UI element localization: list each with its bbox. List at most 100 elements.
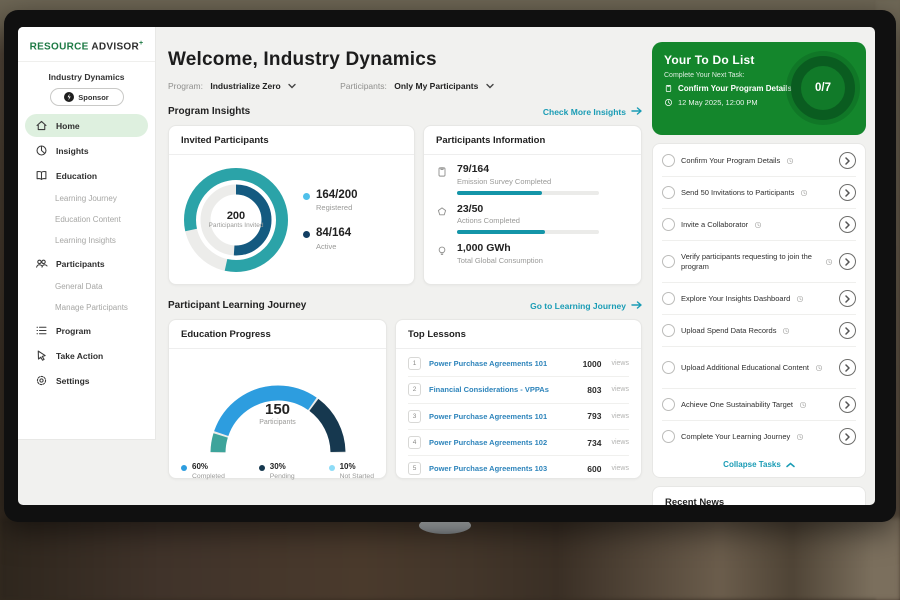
sidebar-item[interactable]: Take Action [25,344,148,367]
task-go-button[interactable] [839,253,856,270]
participants-information-card: Participants Information 79/164 [423,125,642,285]
participants-icon [35,257,48,270]
task-go-button[interactable] [839,152,856,169]
legend-item: 60% Completed [181,463,225,480]
task-go-button[interactable] [839,428,856,445]
clock-icon [800,184,808,202]
progress-bar [457,191,599,195]
task-row: Achieve One Sustainability Target [662,389,856,421]
arrow-right-icon [631,107,642,117]
lesson-views-suffix: views [611,439,629,446]
sidebar-item[interactable]: Learning Insights [25,231,148,250]
info-row: 1,000 GWh Total Global Consumption [436,243,629,265]
task-go-button[interactable] [839,359,856,376]
sidebar-item[interactable]: Settings [25,369,148,392]
gauge-center-label: Participants [191,419,365,426]
arrow-right-icon [631,301,642,311]
lesson-title-link[interactable]: Power Purchase Agreements 103 [429,464,579,473]
lesson-title-link[interactable]: Power Purchase Agreements 102 [429,438,579,447]
task-label: Upload Additional Educational Content [681,363,809,373]
legend-label: Active [316,242,351,251]
check-more-insights-link[interactable]: Check More Insights [543,107,642,117]
learning-journey-header: Participant Learning Journey Go to Learn… [168,300,642,311]
lesson-rank-badge: 5 [408,462,421,475]
page-title: Welcome, Industry Dynamics [168,49,642,71]
task-label: Invite a Collaborator [681,220,748,230]
sponsor-label: Sponsor [78,93,108,102]
participants-filter[interactable]: Participants: Only My Participants [340,81,494,91]
sidebar-item-label: Settings [56,376,90,386]
lesson-views-suffix: views [611,465,629,472]
lesson-views-count: 600 [587,464,601,474]
logo-resource: RESOURCE [30,41,89,52]
legend-dot [303,193,310,200]
sidebar-item[interactable]: Education Content [25,210,148,229]
task-row: Upload Spend Data Records [662,315,856,347]
task-checkbox[interactable] [662,361,675,374]
lesson-row: 3 Power Purchase Agreements 101 793 view… [408,404,629,430]
clock-icon [799,396,807,414]
home-icon [35,119,48,132]
task-go-button[interactable] [839,184,856,201]
monitor-bezel: RESOURCE ADVISOR+ Industry Dynamics Spon… [4,10,896,522]
recent-news-card: Recent News [652,486,866,505]
task-checkbox[interactable] [662,186,675,199]
sidebar-item[interactable]: Insights [25,139,148,162]
sidebar: RESOURCE ADVISOR+ Industry Dynamics Spon… [18,27,156,440]
todo-progress-ring: 0/7 [791,56,855,120]
lesson-title-link[interactable]: Financial Considerations - VPPAs [429,385,579,394]
sidebar-item[interactable]: Program [25,319,148,342]
legend-dot [329,465,335,471]
collapse-tasks-link[interactable]: Collapse Tasks [662,452,856,476]
filters-row: Program: Industrialize Zero Participants… [168,81,642,91]
task-checkbox[interactable] [662,218,675,231]
sidebar-item[interactable]: Learning Journey [25,189,148,208]
sidebar-item[interactable]: Education [25,164,148,187]
legend-label: Completed [192,473,225,480]
learning-journey-title: Participant Learning Journey [168,300,306,311]
go-to-learning-journey-link[interactable]: Go to Learning Journey [530,301,642,311]
lesson-title-link[interactable]: Power Purchase Agreements 101 [429,412,579,421]
gauge-center-value: 150 [191,401,365,418]
program-filter[interactable]: Program: Industrialize Zero [168,81,296,91]
program-filter-label: Program: [168,81,203,91]
chevron-down-icon [486,81,494,91]
invited-participants-card: Invited Participants 200 [168,125,415,285]
task-go-button[interactable] [839,290,856,307]
task-checkbox[interactable] [662,154,675,167]
todo-panel: Your To Do List Complete Your Next Task:… [652,42,866,505]
lesson-row: 1 Power Purchase Agreements 101 1000 vie… [408,351,629,377]
survey-icon [436,164,449,195]
sidebar-nav: Home Insights [18,114,155,392]
sidebar-item[interactable]: Home [25,114,148,137]
participants-filter-label: Participants: [340,81,387,91]
task-checkbox[interactable] [662,255,675,268]
lesson-title-link[interactable]: Power Purchase Agreements 101 [429,359,575,368]
task-label: Explore Your Insights Dashboard [681,294,790,304]
sidebar-item-label: Insights [56,146,89,156]
task-go-button[interactable] [839,322,856,339]
task-checkbox[interactable] [662,324,675,337]
lesson-views-suffix: views [611,360,629,367]
clock-icon [796,290,804,308]
task-label: Complete Your Learning Journey [681,432,790,442]
progress-bar [457,230,599,234]
lesson-views-suffix: views [611,386,629,393]
legend-item: 84/164 Active [303,228,358,251]
legend-item: 10% Not Started [329,463,374,480]
sidebar-item[interactable]: Manage Participants [25,298,148,317]
sidebar-item-label: General Data [55,282,103,291]
invited-legend: 164/200 Registered 84/164 Active [303,190,358,251]
lesson-views-count: 803 [587,385,601,395]
task-checkbox[interactable] [662,398,675,411]
task-checkbox[interactable] [662,430,675,443]
lesson-views-count: 793 [587,411,601,421]
task-go-button[interactable] [839,216,856,233]
sidebar-item[interactable]: Participants [25,252,148,275]
task-checkbox[interactable] [662,292,675,305]
sidebar-item[interactable]: General Data [25,277,148,296]
task-go-button[interactable] [839,396,856,413]
lessons-card-title: Top Lessons [396,320,641,349]
legend-label: Pending [270,473,295,480]
education-gauge-chart: 150 Participants [191,359,365,459]
